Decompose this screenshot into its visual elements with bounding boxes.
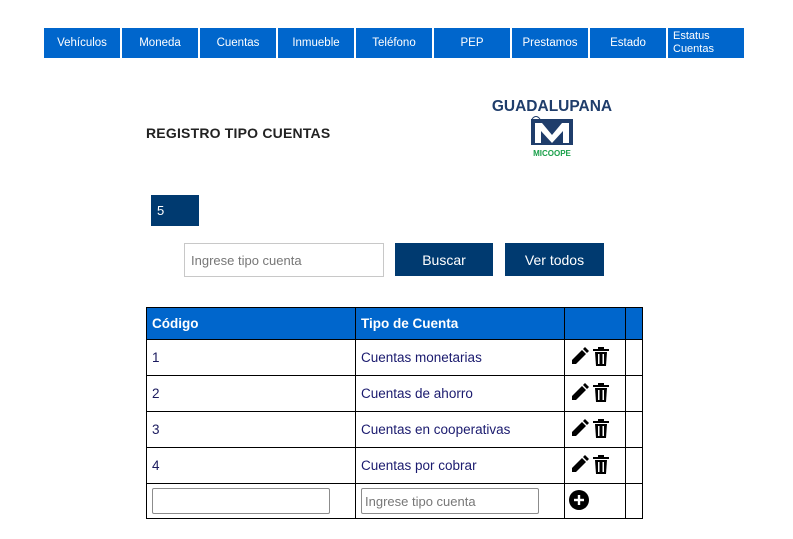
- new-entry-row: [146, 483, 643, 519]
- table-row: 1 Cuentas monetarias: [146, 339, 643, 376]
- trash-icon[interactable]: [591, 417, 611, 439]
- nav-item-prestamos[interactable]: Prestamos: [512, 28, 588, 58]
- view-all-button[interactable]: Ver todos: [505, 243, 604, 276]
- brand-logo: GUADALUPANA MICOOPE: [476, 96, 628, 160]
- nav-item-pep[interactable]: PEP: [434, 28, 510, 58]
- logo-text-guadalupana: GUADALUPANA: [492, 98, 612, 115]
- table-row: 4 Cuentas por cobrar: [146, 447, 643, 484]
- cell-extra: [625, 483, 643, 519]
- cell-code: 3: [146, 411, 356, 448]
- cell-actions: [564, 411, 626, 448]
- table-header-row: Código Tipo de Cuenta: [146, 307, 643, 340]
- cell-extra: [625, 339, 643, 376]
- trash-icon[interactable]: [591, 381, 611, 403]
- cell-type: Cuentas en cooperativas: [355, 411, 565, 448]
- pencil-icon[interactable]: [569, 345, 589, 367]
- cell-type: Cuentas monetarias: [355, 339, 565, 376]
- cell-actions: [564, 339, 626, 376]
- nav-item-estatus-cuentas[interactable]: Estatus Cuentas: [668, 28, 744, 58]
- account-types-table: Código Tipo de Cuenta 1 Cuentas monetari…: [146, 307, 643, 519]
- trash-icon[interactable]: [591, 453, 611, 475]
- record-count-box: 5: [151, 195, 199, 226]
- cell-code: 1: [146, 339, 356, 376]
- pencil-icon[interactable]: [569, 453, 589, 475]
- cell-actions: [564, 375, 626, 412]
- cell-code: 4: [146, 447, 356, 484]
- header-codigo: Código: [146, 307, 356, 340]
- table-row: 3 Cuentas en cooperativas: [146, 411, 643, 448]
- new-code-input[interactable]: [152, 488, 330, 514]
- cell-code: 2: [146, 375, 356, 412]
- nav-item-telefono[interactable]: Teléfono: [356, 28, 432, 58]
- header-actions: [564, 307, 626, 340]
- cell-actions: [564, 447, 626, 484]
- header-extra: [625, 307, 643, 340]
- page-title: REGISTRO TIPO CUENTAS: [146, 125, 331, 141]
- nav-item-inmueble[interactable]: Inmueble: [278, 28, 354, 58]
- cell-new-code: [146, 483, 356, 519]
- pencil-icon[interactable]: [569, 417, 589, 439]
- new-type-input[interactable]: [361, 488, 539, 514]
- top-nav: Vehículos Moneda Cuentas Inmueble Teléfo…: [44, 28, 746, 58]
- cell-extra: [625, 375, 643, 412]
- pencil-icon[interactable]: [569, 381, 589, 403]
- trash-icon[interactable]: [591, 345, 611, 367]
- nav-item-estado[interactable]: Estado: [590, 28, 666, 58]
- nav-item-moneda[interactable]: Moneda: [122, 28, 198, 58]
- nav-item-vehiculos[interactable]: Vehículos: [44, 28, 120, 58]
- nav-item-cuentas[interactable]: Cuentas: [200, 28, 276, 58]
- plus-circle-icon[interactable]: [569, 489, 589, 510]
- cell-extra: [625, 411, 643, 448]
- cell-type: Cuentas por cobrar: [355, 447, 565, 484]
- table-row: 2 Cuentas de ahorro: [146, 375, 643, 412]
- search-button[interactable]: Buscar: [395, 243, 493, 276]
- logo-text-micoope: MICOOPE: [533, 149, 571, 158]
- cell-new-type: [355, 483, 565, 519]
- search-input[interactable]: [184, 243, 384, 277]
- header-tipo-cuenta: Tipo de Cuenta: [355, 307, 565, 340]
- cell-extra: [625, 447, 643, 484]
- cell-add-action: [564, 483, 626, 519]
- cell-type: Cuentas de ahorro: [355, 375, 565, 412]
